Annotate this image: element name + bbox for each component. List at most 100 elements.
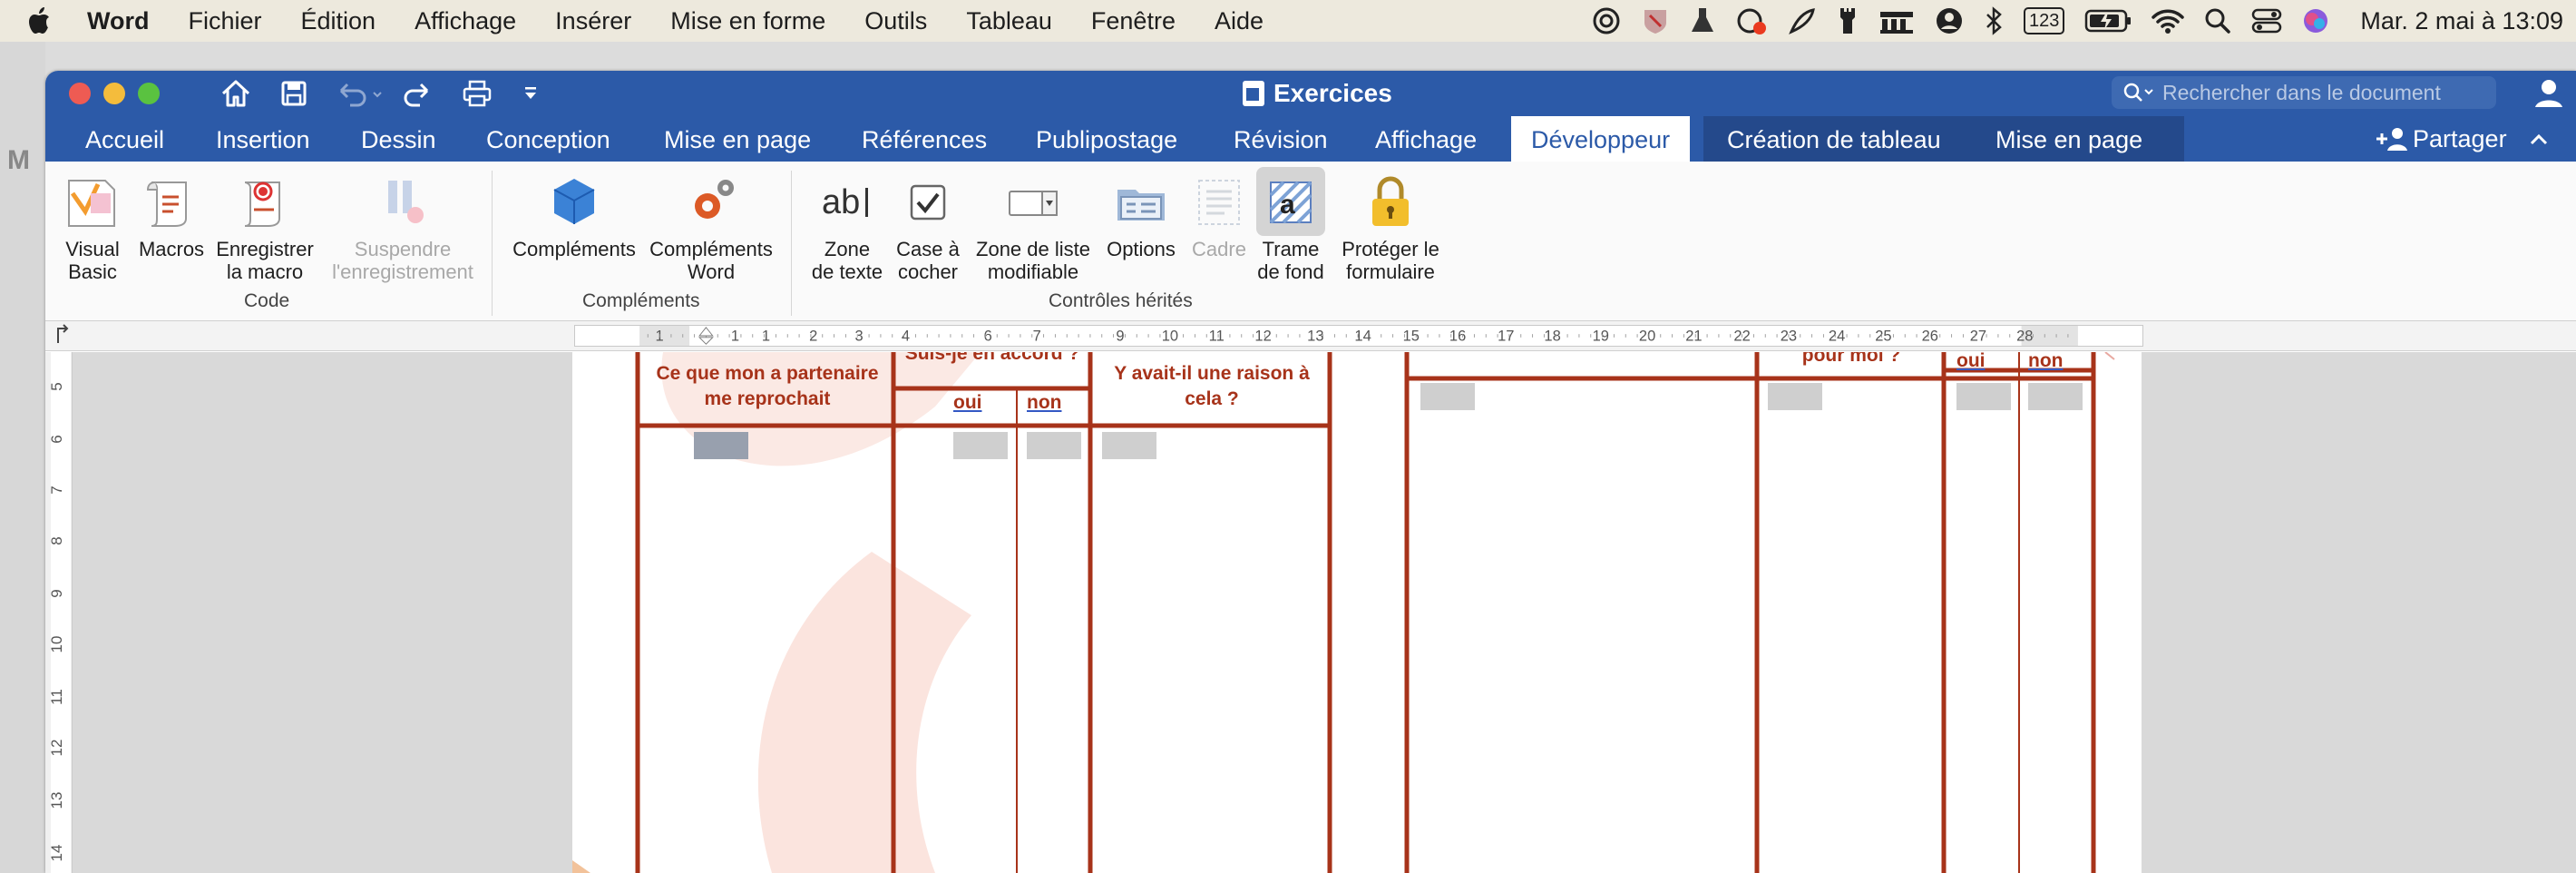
group-complements-label: Compléments — [582, 290, 700, 311]
group-legacy-controls-label: Contrôles hérités — [1049, 290, 1193, 311]
tab-dessin[interactable]: Dessin — [361, 116, 436, 162]
tab-insertion[interactable]: Insertion — [216, 116, 310, 162]
menu-outils[interactable]: Outils — [864, 7, 927, 35]
pause-recording-button[interactable]: Suspendre l'enregistrement — [323, 167, 483, 283]
customize-toolbar-icon[interactable] — [517, 76, 544, 111]
word-add-ins-button[interactable]: Compléments Word — [642, 167, 780, 283]
text-box-button[interactable]: ab Zone de texte — [805, 167, 889, 283]
protect-form-button[interactable]: Protéger le formulaire — [1333, 167, 1448, 283]
menu-fenetre[interactable]: Fenêtre — [1091, 7, 1176, 35]
home-icon[interactable] — [218, 76, 254, 111]
form-field[interactable] — [1420, 383, 1475, 410]
form-field[interactable] — [953, 432, 1008, 459]
menubar-clock[interactable]: Mar. 2 mai à 13:09 — [2360, 7, 2563, 35]
tab-revision[interactable]: Révision — [1234, 116, 1328, 162]
undo-icon[interactable] — [332, 76, 386, 111]
library-icon[interactable] — [1878, 5, 1915, 37]
cloud-sync-icon[interactable] — [1735, 5, 1768, 37]
form-field[interactable] — [2028, 383, 2083, 410]
spotlight-search-icon[interactable] — [2204, 5, 2231, 37]
vertical-ruler[interactable]: 5 6 7 8 9 10 11 12 13 14 — [45, 352, 73, 873]
vertical-ruler-label: 5 — [48, 382, 65, 390]
document-page[interactable]: Ce que mon a partenaire me reprochait Su… — [572, 352, 2142, 873]
menu-edition[interactable]: Édition — [301, 7, 376, 35]
menu-bar: Word Fichier Édition Affichage Insérer M… — [0, 0, 2576, 42]
column-header-reason: Y avait-il une raison à cela ? — [1114, 363, 1310, 409]
pause-recording-icon — [374, 167, 432, 238]
shading-icon: a — [1262, 167, 1320, 238]
minimize-window-button[interactable] — [103, 83, 125, 104]
tab-conception[interactable]: Conception — [486, 116, 610, 162]
indent-marker-icon[interactable] — [698, 327, 714, 345]
right-no-label: non — [2028, 352, 2064, 371]
ruler-label: 27 — [1970, 329, 1986, 345]
control-center-icon[interactable] — [2251, 5, 2282, 37]
save-icon[interactable] — [276, 76, 312, 111]
menu-aide[interactable]: Aide — [1215, 7, 1264, 35]
user-circle-icon[interactable] — [1935, 5, 1964, 37]
tower-icon[interactable] — [1837, 5, 1859, 37]
keyboard-input-badge[interactable]: 123 — [2024, 5, 2065, 37]
form-field[interactable] — [1102, 432, 1156, 459]
siri-icon[interactable] — [2302, 5, 2329, 37]
form-field[interactable] — [694, 432, 748, 459]
frame-button[interactable]: Cadre — [1185, 167, 1254, 260]
tab-publipostage[interactable]: Publipostage — [1036, 116, 1177, 162]
horizontal-ruler[interactable]: 1 1 1 2 3 4 6 7 9 10 11 12 13 14 15 16 17 18 19 20 21 22 23 24 2… — [574, 325, 2143, 347]
menu-mise-en-forme[interactable]: Mise en forme — [670, 7, 825, 35]
apple-logo-icon[interactable] — [27, 7, 51, 34]
tab-creation-de-tableau[interactable]: Création de tableau — [1727, 116, 1941, 162]
tab-affichage[interactable]: Affichage — [1375, 116, 1477, 162]
form-field[interactable] — [1768, 383, 1822, 410]
checkbox-button[interactable]: Case à cocher — [889, 167, 967, 283]
document-search-field[interactable]: Rechercher dans le document — [2112, 76, 2496, 109]
column-header-for-me: pour moi ? — [1801, 352, 1901, 366]
add-ins-button[interactable]: Compléments — [508, 167, 640, 260]
collapse-ribbon-icon[interactable] — [2529, 132, 2549, 146]
pause-recording-label: Suspendre l'enregistrement — [332, 238, 473, 283]
redo-icon[interactable] — [401, 76, 437, 111]
menu-word[interactable]: Word — [87, 7, 150, 35]
agree-no-label: non — [1027, 392, 1062, 413]
shading-button[interactable]: a Trame de fond — [1252, 167, 1330, 283]
macros-button[interactable]: Macros — [132, 167, 210, 260]
right-yes-label: oui — [1956, 352, 1986, 371]
combo-box-button[interactable]: Zone de liste modifiable — [969, 167, 1098, 283]
form-field[interactable] — [1027, 432, 1081, 459]
visual-basic-button[interactable]: Visual Basic — [53, 167, 132, 283]
form-field[interactable] — [1956, 383, 2011, 410]
tab-table-mise-en-page[interactable]: Mise en page — [1995, 116, 2142, 162]
tab-references[interactable]: Références — [862, 116, 987, 162]
shield-badge-icon[interactable] — [1641, 5, 1670, 37]
tab-stop-selector-icon[interactable] — [51, 321, 78, 351]
menu-fichier[interactable]: Fichier — [189, 7, 262, 35]
add-ins-icon — [545, 167, 603, 238]
print-icon[interactable] — [459, 76, 495, 111]
target-icon[interactable] — [1592, 5, 1621, 37]
ruler-label: 7 — [1033, 329, 1041, 345]
account-icon[interactable] — [2531, 74, 2567, 111]
share-button[interactable]: Partager — [2375, 116, 2549, 162]
tab-developpeur[interactable]: Développeur — [1511, 116, 1691, 162]
protect-form-label: Protéger le formulaire — [1342, 238, 1439, 283]
close-window-button[interactable] — [69, 83, 91, 104]
visual-basic-label: Visual Basic — [65, 238, 120, 283]
menu-affichage[interactable]: Affichage — [415, 7, 516, 35]
group-separator — [492, 171, 493, 316]
tab-accueil[interactable]: Accueil — [85, 116, 164, 162]
record-macro-button[interactable]: Enregistrer la macro — [209, 167, 321, 283]
share-label: Partager — [2413, 124, 2507, 152]
feather-icon[interactable] — [1788, 5, 1817, 37]
zoom-window-button[interactable] — [138, 83, 160, 104]
menu-inserer[interactable]: Insérer — [555, 7, 631, 35]
battery-icon[interactable] — [2084, 5, 2132, 37]
options-button[interactable]: Options — [1099, 167, 1183, 260]
wifi-icon[interactable] — [2152, 5, 2185, 37]
menu-tableau[interactable]: Tableau — [966, 7, 1052, 35]
tab-mise-en-page[interactable]: Mise en page — [664, 116, 811, 162]
vertical-ruler-label: 6 — [48, 435, 65, 443]
horizontal-ruler-row: 1 1 1 2 3 4 6 7 9 10 11 12 13 14 15 16 17 18 19 20 21 22 23 24 2… — [45, 321, 2576, 351]
lock-icon — [1361, 167, 1420, 238]
bluetooth-icon[interactable] — [1984, 5, 2004, 37]
flask-icon[interactable] — [1690, 5, 1715, 37]
